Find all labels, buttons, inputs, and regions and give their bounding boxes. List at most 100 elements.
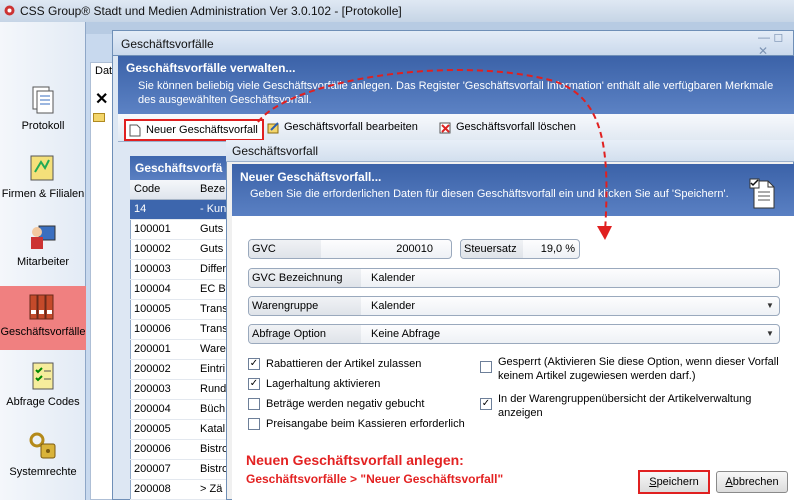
column-header-code[interactable]: Code	[134, 183, 160, 195]
binders-icon	[29, 294, 54, 320]
nav-label: Mitarbeiter	[17, 256, 69, 268]
cell-bezeichnung: Eintri	[200, 363, 226, 375]
nav-item-mitarbeiter[interactable]: Mitarbeiter	[0, 216, 86, 280]
abfrage-option-select[interactable]: Abfrage Option Keine Abfrage ▼	[248, 324, 780, 344]
table-row[interactable]: 100005 Trans	[130, 300, 228, 320]
checkbox-box[interactable]: ✓	[480, 398, 492, 410]
new-gv-button[interactable]: Neuer Geschäftsvorfall	[124, 119, 264, 141]
employee-icon	[31, 225, 56, 249]
chevron-down-icon[interactable]: ▼	[762, 298, 778, 314]
save-mnemonic: S	[649, 476, 657, 488]
cell-bezeichnung: Bistro	[200, 443, 229, 455]
cancel-button[interactable]: Abbrechen	[716, 471, 788, 493]
warengruppe-select[interactable]: Warengruppe Kalender ▼	[248, 296, 780, 316]
preisangabe-checkbox[interactable]: Preisangabe beim Kassieren erforderlich	[248, 417, 468, 431]
table-row[interactable]: 200006 Bistro	[130, 440, 228, 460]
cell-bezeichnung: > Zä	[200, 483, 223, 495]
gesperrt-label-line2: keinem Artikel zugewiesen werden darf.)	[498, 370, 696, 382]
cell-bezeichnung: Guts	[200, 243, 224, 255]
new-document-icon	[129, 124, 141, 137]
table-row[interactable]: 100004 EC B	[130, 280, 228, 300]
cell-code: 200003	[134, 383, 171, 395]
checkbox-box[interactable]	[480, 361, 492, 373]
cell-bezeichnung: Büch	[200, 403, 226, 415]
column-header-bezeichnung[interactable]: Beze	[200, 183, 225, 195]
cell-code: 14	[134, 203, 147, 215]
lagerhaltung-checkbox[interactable]: ✓ Lagerhaltung aktivieren	[248, 377, 468, 391]
gesperrt-checkbox[interactable]: Gesperrt (Aktivieren Sie diese Option, w…	[480, 355, 780, 385]
table-row[interactable]: 200005 Katal	[130, 420, 228, 440]
table-row[interactable]: 14 - Kun	[130, 200, 228, 220]
nav-item-geschaeftsvorfaelle[interactable]: Geschäftsvorfälle	[0, 286, 86, 350]
checkbox-box[interactable]	[248, 418, 260, 430]
cell-code: 100006	[134, 323, 171, 335]
table-row[interactable]: 200004 Büch	[130, 400, 228, 420]
nav-label: Protokoll	[21, 120, 65, 132]
table-row[interactable]: 200007 Bistro	[130, 460, 228, 480]
gv-grid-title: Geschäftsvorfä	[130, 156, 228, 180]
warengruppenuebersicht-checkbox[interactable]: ✓ In der Warengruppenübersicht der Artik…	[480, 392, 780, 422]
table-row[interactable]: 200003 Rund	[130, 380, 228, 400]
app-title: CSS Group® Stadt und Medien Administrati…	[20, 4, 402, 18]
close-x-icon[interactable]: ✕	[95, 89, 108, 109]
cell-code: 200006	[134, 443, 171, 455]
cancel-label: bbrechen	[732, 476, 779, 488]
chevron-down-icon[interactable]: ▼	[762, 326, 778, 342]
rabattieren-label: Rabattieren der Artikel zulassen	[266, 358, 422, 370]
table-row[interactable]: 100001 Guts	[130, 220, 228, 240]
gesperrt-label-line1: Gesperrt (Aktivieren Sie diese Option, w…	[498, 356, 779, 368]
checklist-icon	[32, 362, 54, 390]
cell-bezeichnung: Guts	[200, 223, 224, 235]
cell-code: 100001	[134, 223, 171, 235]
cell-bezeichnung: - Kun	[200, 203, 227, 215]
gvc-bezeichnung-value: Kalender	[371, 272, 416, 284]
warengruppe-label: Warengruppe	[252, 300, 319, 312]
nav-label: Abfrage Codes	[6, 396, 80, 408]
nav-item-firmen[interactable]: Firmen & Filialen	[0, 148, 86, 212]
cell-code: 100002	[134, 243, 171, 255]
negativ-checkbox[interactable]: Beträge werden negativ gebucht	[248, 397, 468, 411]
abfrage-option-value: Keine Abfrage	[371, 328, 441, 340]
cell-bezeichnung: Rund	[200, 383, 227, 395]
document-edit-icon	[749, 178, 775, 209]
cell-bezeichnung: Differ	[200, 263, 227, 275]
checkbox-box[interactable]	[248, 398, 260, 410]
save-button[interactable]: Speichern	[638, 470, 710, 494]
cell-bezeichnung: EC B	[200, 283, 226, 295]
mdi-controls[interactable]: — ◻ ✕	[758, 30, 788, 58]
cell-bezeichnung: Trans	[200, 323, 228, 335]
table-row[interactable]: 100002 Guts	[130, 240, 228, 260]
cell-bezeichnung: Trans	[200, 303, 228, 315]
geschaeftsvorfaelle-window-titlebar[interactable]: Geschäftsvorfälle	[112, 30, 794, 56]
rabattieren-checkbox[interactable]: ✓ Rabattieren der Artikel zulassen	[248, 357, 468, 371]
keys-lock-icon	[29, 432, 56, 459]
app-logo-icon	[4, 5, 15, 16]
table-row[interactable]: 100006 Trans	[130, 320, 228, 340]
cell-code: 200008	[134, 483, 171, 495]
cell-code: 100003	[134, 263, 171, 275]
checkbox-box[interactable]: ✓	[248, 378, 260, 390]
negativ-label: Beträge werden negativ gebucht	[266, 398, 425, 410]
new-gv-label: Neuer Geschäftsvorfall	[146, 124, 258, 136]
window-title: Geschäftsvorfälle	[121, 37, 214, 51]
left-nav: Protokoll Firmen & Filialen Mitarbeiter …	[0, 22, 86, 500]
nav-item-abfrage-codes[interactable]: Abfrage Codes	[0, 356, 86, 420]
nav-item-protokoll[interactable]: Protokoll	[0, 80, 86, 144]
warengruppenuebersicht-label-line1: In der Warengruppenübersicht der Artikel…	[498, 393, 752, 405]
table-row[interactable]: 200008 > Zä	[130, 480, 228, 500]
warengruppe-value: Kalender	[371, 300, 416, 312]
tree-tab-label[interactable]: Dat	[95, 65, 112, 77]
gvc-bezeichnung-field[interactable]: GVC Bezeichnung Kalender	[248, 268, 780, 288]
table-row[interactable]: 200002 Eintri	[130, 360, 228, 380]
nav-item-systemrechte[interactable]: Systemrechte	[0, 426, 86, 490]
arrowhead-icon	[597, 226, 612, 240]
folder-icon	[93, 113, 105, 122]
gv-grid-header: Code Beze	[130, 180, 228, 200]
checkbox-box[interactable]: ✓	[248, 358, 260, 370]
table-row[interactable]: 100003 Differ	[130, 260, 228, 280]
annotation-arrow	[257, 69, 612, 240]
cell-bezeichnung: Ware	[200, 343, 226, 355]
table-row[interactable]: 200001 Ware	[130, 340, 228, 360]
cell-bezeichnung: Bistro	[200, 463, 229, 475]
cell-code: 100005	[134, 303, 171, 315]
